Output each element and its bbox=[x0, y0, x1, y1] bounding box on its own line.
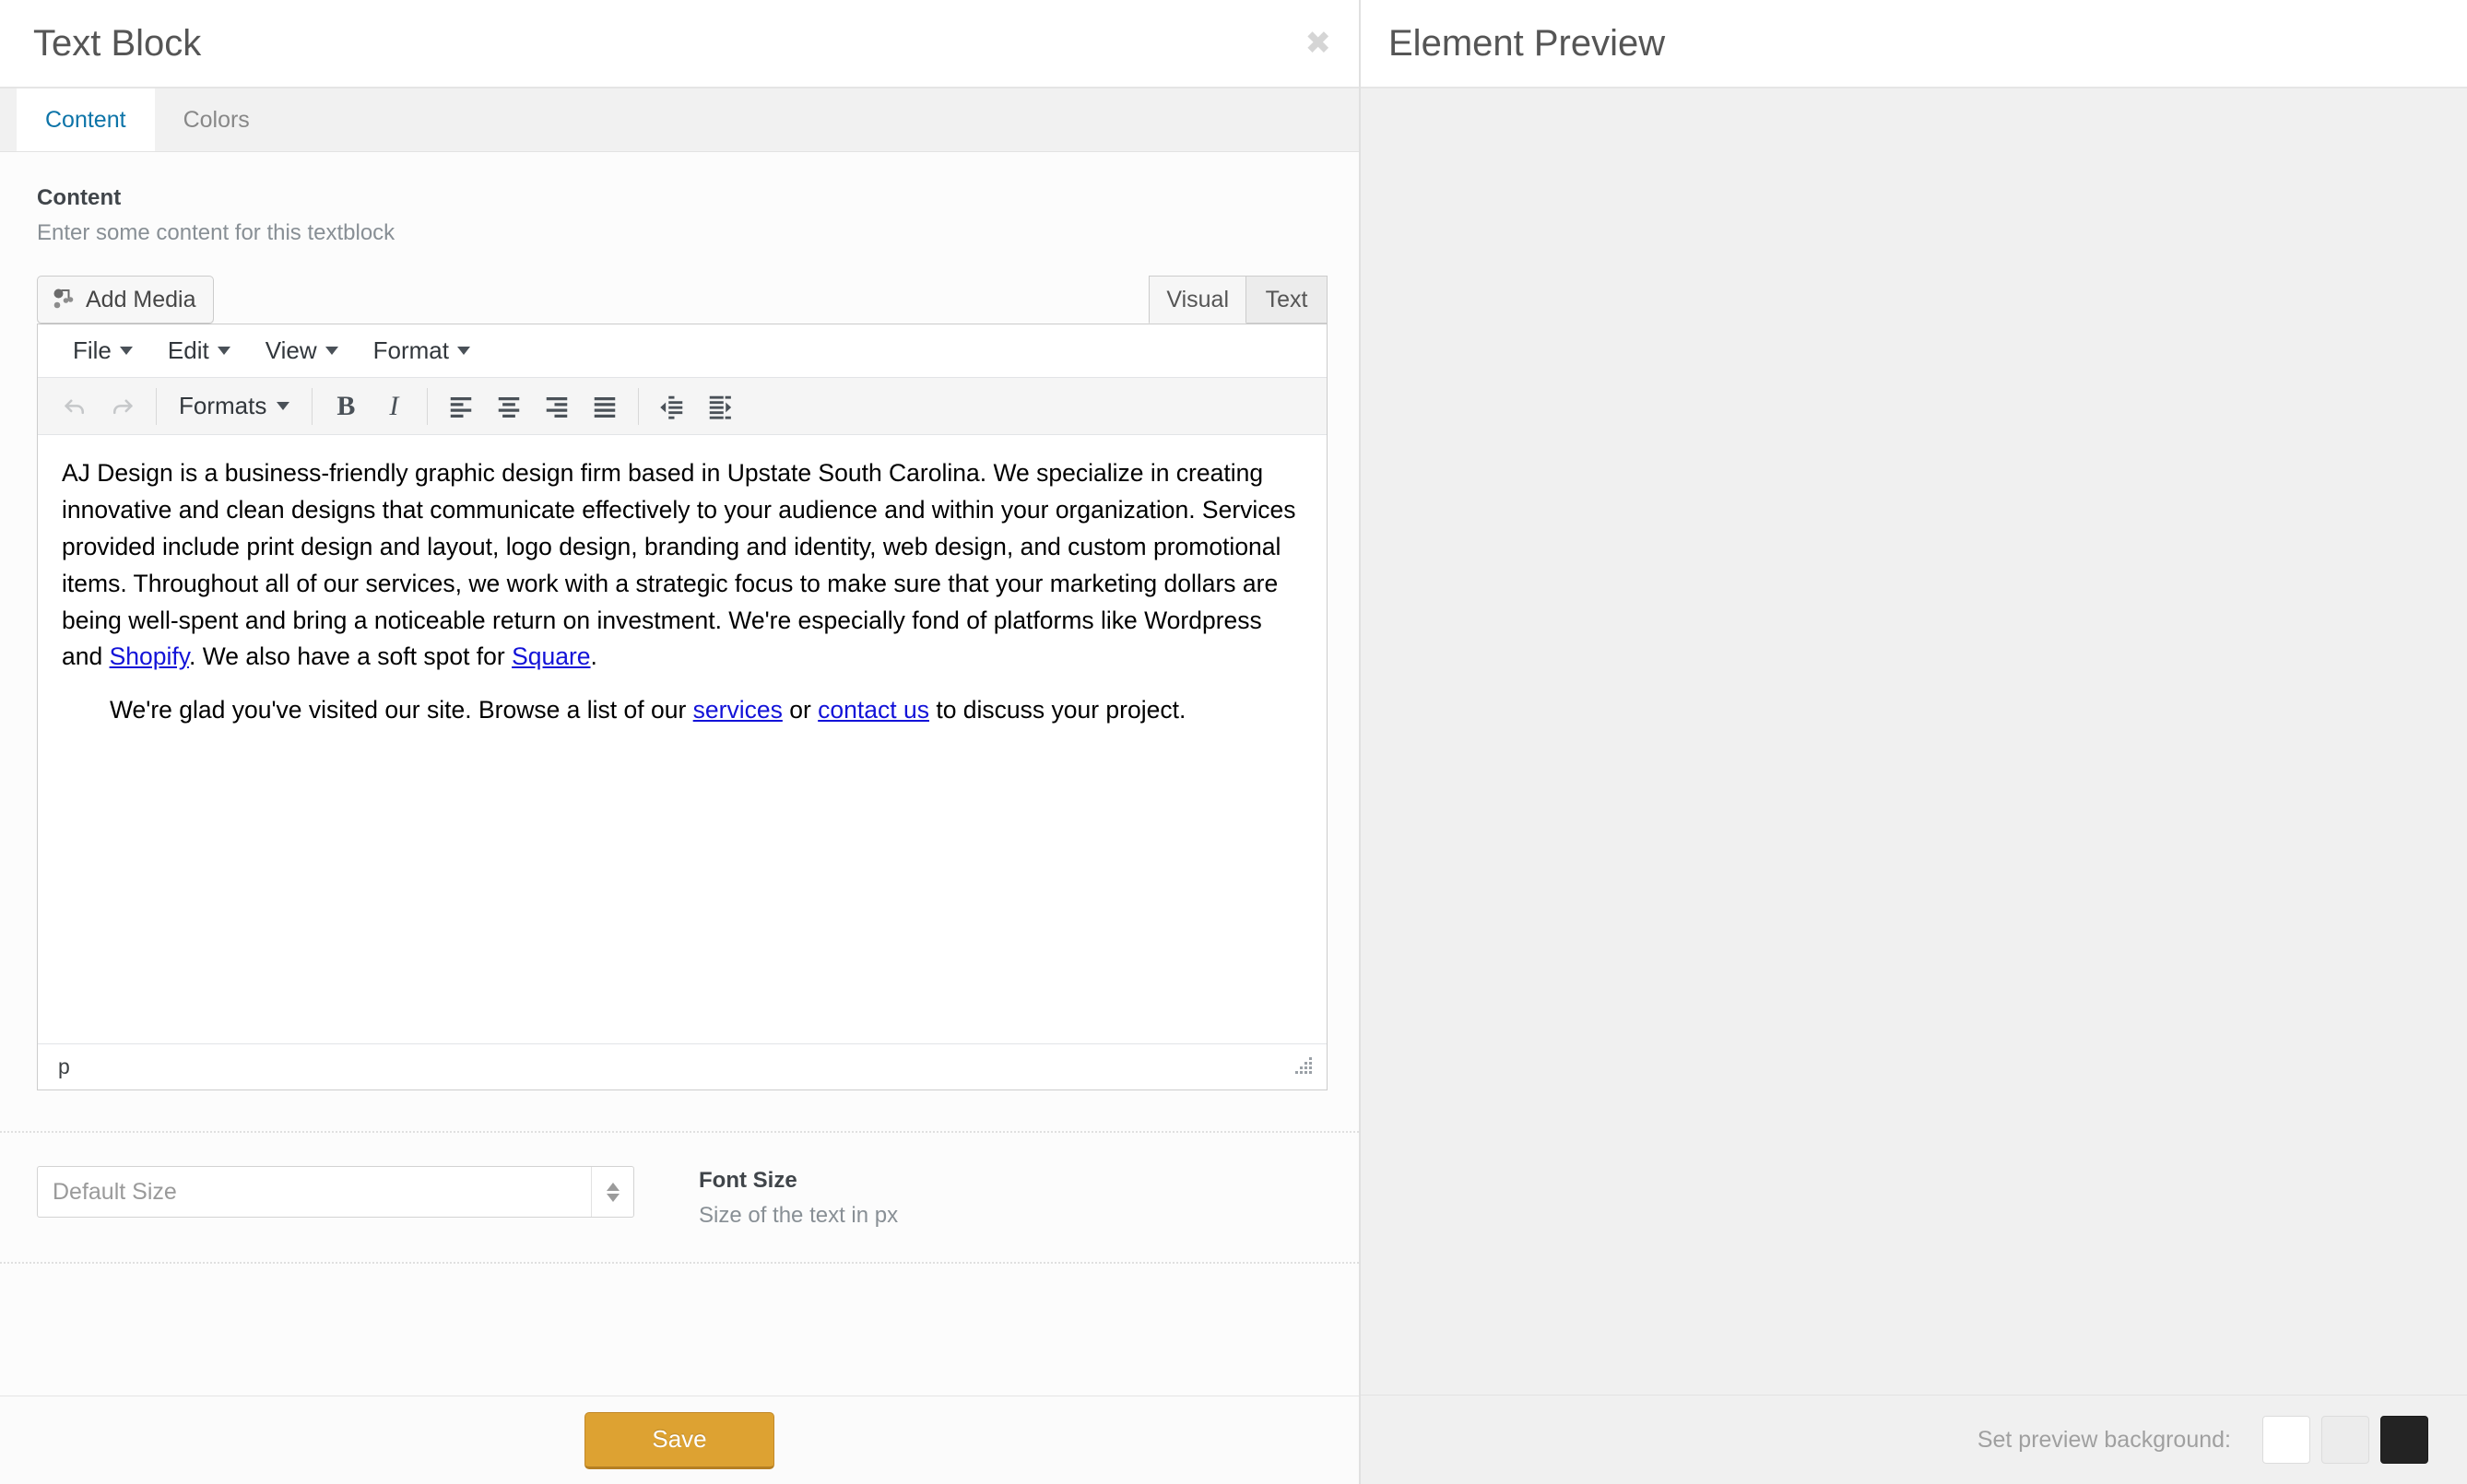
font-size-label: Font Size bbox=[699, 1168, 797, 1193]
close-icon[interactable]: ✖ bbox=[1305, 28, 1332, 59]
bold-button[interactable]: B bbox=[322, 384, 370, 429]
add-media-button[interactable]: Add Media bbox=[37, 276, 214, 324]
editor-container: File Edit View Format Formats B I AJ Des… bbox=[37, 324, 1328, 1090]
align-left-icon[interactable] bbox=[437, 384, 485, 429]
preview-panel: Element Preview Set preview background: bbox=[1361, 0, 2467, 1484]
preview-title: Element Preview bbox=[1388, 22, 1666, 64]
bold-label: B bbox=[336, 390, 356, 421]
stepper-down-icon[interactable] bbox=[606, 1193, 620, 1202]
quote-text-part-2: or bbox=[782, 696, 819, 724]
toolbar-divider bbox=[156, 387, 157, 425]
menu-edit[interactable]: Edit bbox=[168, 336, 230, 365]
editor-mode-tabs: Visual Text bbox=[1149, 272, 1328, 324]
editor-paragraph-1: AJ Design is a business-friendly graphic… bbox=[62, 455, 1303, 676]
section-divider-bottom bbox=[0, 1262, 1359, 1264]
italic-button[interactable]: I bbox=[370, 384, 418, 429]
tab-text-label: Text bbox=[1265, 286, 1308, 312]
link-contact-us[interactable]: contact us bbox=[818, 696, 929, 724]
undo-icon[interactable] bbox=[51, 384, 99, 429]
menu-format[interactable]: Format bbox=[373, 336, 470, 365]
toolbar-divider bbox=[427, 387, 429, 425]
tab-text[interactable]: Text bbox=[1246, 276, 1328, 324]
font-size-field-group: Default Size Font Size Size of the text … bbox=[0, 1133, 1359, 1262]
editor-menubar: File Edit View Format bbox=[38, 324, 1327, 378]
align-center-icon[interactable] bbox=[485, 384, 533, 429]
outdent-icon[interactable] bbox=[648, 384, 696, 429]
menu-format-label: Format bbox=[372, 336, 449, 364]
quantity-stepper[interactable] bbox=[591, 1167, 633, 1217]
redo-icon[interactable] bbox=[99, 384, 147, 429]
editor-statusbar: p bbox=[38, 1043, 1327, 1089]
toolbar-divider bbox=[638, 387, 640, 425]
editor-content-area[interactable]: AJ Design is a business-friendly graphic… bbox=[38, 435, 1327, 1043]
tab-visual[interactable]: Visual bbox=[1149, 276, 1246, 324]
paragraph-text-part-1: AJ Design is a business-friendly graphic… bbox=[62, 459, 1296, 671]
tab-content-label: Content bbox=[45, 106, 126, 133]
preview-background-label: Set preview background: bbox=[1977, 1426, 2231, 1453]
preview-bg-swatch-light-gray[interactable] bbox=[2321, 1416, 2369, 1464]
quote-text-part-1: We're glad you've visited our site. Brow… bbox=[110, 696, 693, 724]
element-editor-modal: Text Block ✖ Content Colors Content Ente… bbox=[0, 0, 2467, 1484]
italic-label: I bbox=[389, 390, 399, 421]
paragraph-text-part-3: . bbox=[590, 642, 597, 671]
media-icon bbox=[51, 288, 75, 312]
tab-colors[interactable]: Colors bbox=[155, 88, 278, 151]
preview-footer: Set preview background: bbox=[1361, 1396, 2467, 1484]
chevron-down-icon bbox=[456, 347, 470, 355]
link-shopify[interactable]: Shopify bbox=[110, 642, 189, 670]
chevron-down-icon bbox=[325, 347, 338, 355]
stepper-up-icon[interactable] bbox=[606, 1182, 620, 1191]
link-services[interactable]: services bbox=[693, 696, 783, 724]
add-media-label: Add Media bbox=[86, 286, 196, 312]
save-button-label: Save bbox=[652, 1425, 707, 1453]
font-size-meta: Font Size Size of the text in px bbox=[699, 1166, 898, 1229]
tab-colors-label: Colors bbox=[183, 106, 250, 133]
element-path[interactable]: p bbox=[58, 1054, 70, 1079]
tab-visual-label: Visual bbox=[1166, 286, 1229, 312]
align-right-icon[interactable] bbox=[533, 384, 581, 429]
paragraph-text-part-2: . We also have a soft spot for bbox=[189, 642, 513, 671]
font-size-input[interactable]: Default Size bbox=[37, 1166, 634, 1218]
settings-body: Content Enter some content for this text… bbox=[0, 152, 1359, 1396]
preview-header: Element Preview bbox=[1361, 0, 2467, 88]
modal-header: Text Block ✖ bbox=[0, 0, 1359, 88]
chevron-down-icon bbox=[277, 402, 290, 410]
content-field-description: Enter some content for this textblock bbox=[37, 220, 395, 245]
font-size-placeholder: Default Size bbox=[53, 1178, 177, 1205]
menu-view[interactable]: View bbox=[266, 336, 338, 365]
menu-file[interactable]: File bbox=[73, 336, 133, 365]
menu-file-label: File bbox=[73, 336, 112, 364]
settings-tab-bar: Content Colors bbox=[0, 88, 1359, 152]
formats-dropdown[interactable]: Formats bbox=[166, 384, 302, 429]
menu-edit-label: Edit bbox=[167, 336, 209, 364]
formats-label: Formats bbox=[179, 392, 267, 419]
chevron-down-icon bbox=[119, 347, 133, 355]
save-button[interactable]: Save bbox=[584, 1411, 774, 1469]
resize-handle[interactable] bbox=[1292, 1056, 1312, 1078]
page-title: Text Block bbox=[33, 22, 202, 64]
indent-icon[interactable] bbox=[696, 384, 744, 429]
content-field-label: Content bbox=[37, 185, 122, 210]
chevron-down-icon bbox=[217, 347, 230, 355]
editor-top-row: Add Media Visual Text bbox=[37, 266, 1328, 324]
quote-text-part-3: to discuss your project. bbox=[928, 696, 1186, 724]
toolbar-divider bbox=[312, 387, 313, 425]
menu-view-label: View bbox=[265, 336, 317, 364]
link-square[interactable]: Square bbox=[512, 642, 590, 670]
settings-panel: Text Block ✖ Content Colors Content Ente… bbox=[0, 0, 1361, 1484]
preview-bg-swatch-black[interactable] bbox=[2380, 1416, 2428, 1464]
wysiwyg-editor: Add Media Visual Text File Edit View For… bbox=[37, 266, 1328, 1090]
tab-content[interactable]: Content bbox=[17, 88, 155, 151]
editor-blockquote: We're glad you've visited our site. Brow… bbox=[110, 692, 1303, 729]
editor-paragraph-2: We're glad you've visited our site. Brow… bbox=[110, 692, 1303, 729]
preview-stage bbox=[1361, 88, 2467, 1396]
align-justify-icon[interactable] bbox=[581, 384, 629, 429]
preview-bg-swatch-white[interactable] bbox=[2262, 1416, 2310, 1464]
font-size-description: Size of the text in px bbox=[699, 1203, 899, 1228]
content-field-group: Content Enter some content for this text… bbox=[0, 152, 1359, 1090]
editor-toolbar: Formats B I bbox=[38, 378, 1327, 435]
modal-footer: Save bbox=[0, 1396, 1359, 1484]
